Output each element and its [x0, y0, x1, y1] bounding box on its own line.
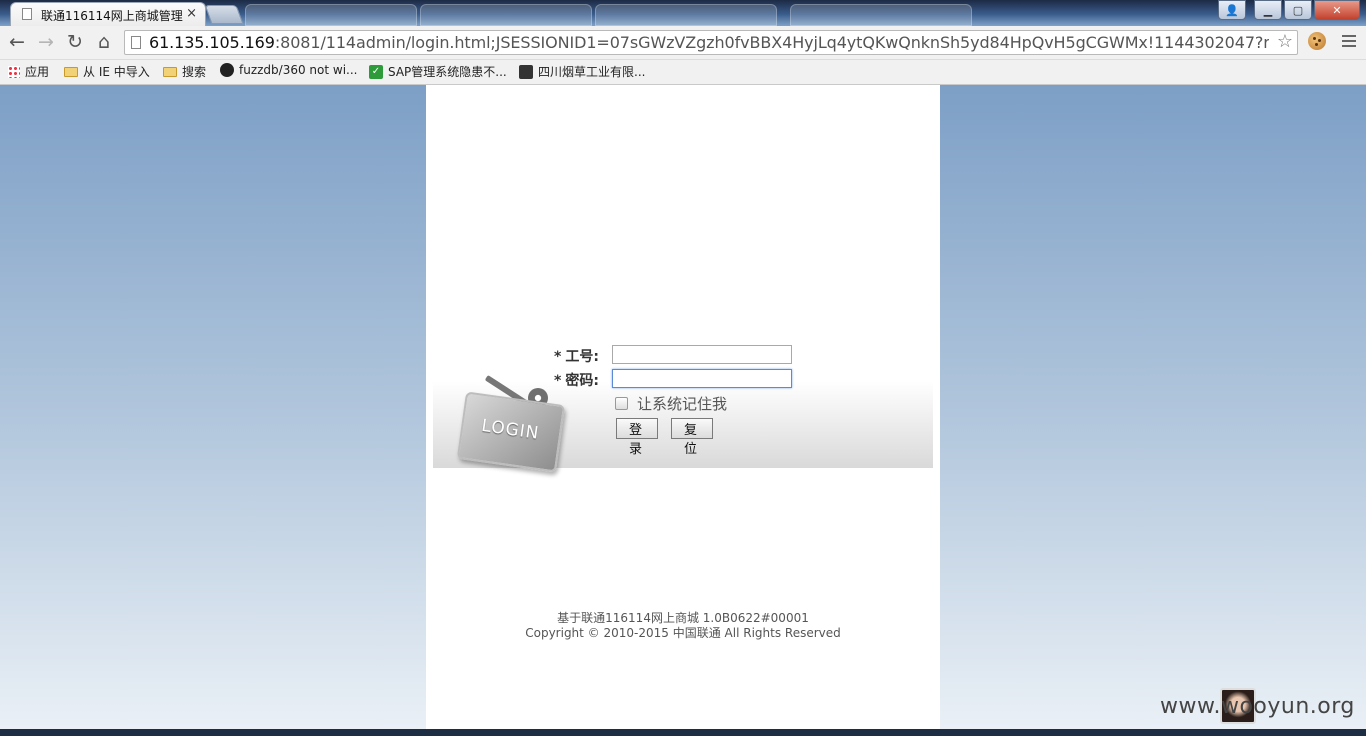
reload-button[interactable]: ↻: [64, 31, 86, 53]
folder-icon: [163, 66, 177, 77]
cookie-extension-icon[interactable]: [1308, 32, 1326, 50]
login-button[interactable]: 登 录: [616, 418, 658, 457]
bookmark-sap[interactable]: ✓ SAP管理系统隐患不...: [369, 63, 507, 80]
remember-me-label: 让系统记住我: [637, 395, 728, 413]
watermark: www.wooyun.org: [1160, 694, 1355, 719]
folder-icon: [64, 66, 78, 77]
employee-id-input[interactable]: [612, 345, 792, 364]
browser-toolbar: ← → ↻ ⌂ 61.135.105.169:8081/114admin/log…: [0, 26, 1366, 60]
reset-button[interactable]: 复 位: [671, 418, 713, 457]
new-tab-button[interactable]: [204, 5, 244, 24]
github-icon: [220, 63, 234, 77]
password-input[interactable]: [612, 369, 792, 388]
password-label: * 密码:: [554, 373, 599, 389]
employee-id-label: * 工号:: [554, 349, 599, 365]
menu-icon[interactable]: [1342, 35, 1356, 50]
address-bar[interactable]: 61.135.105.169:8081/114admin/login.html;…: [124, 30, 1298, 55]
browser-tabstrip: 联通116114网上商城管理 × 👤 ▁ ▢ ✕: [0, 0, 1366, 26]
bookmarks-bar: 应用 从 IE 中导入 搜索 fuzzdb/360 not wi... ✓ SA…: [0, 60, 1366, 85]
page-icon: [131, 36, 141, 49]
bookmark-label: 四川烟草工业有限...: [538, 65, 646, 79]
page-icon: [22, 8, 32, 20]
bookmark-folder-import-ie[interactable]: 从 IE 中导入: [64, 63, 150, 80]
close-window-button[interactable]: ✕: [1314, 0, 1360, 20]
page-background: LOGIN * 工号: * 密码: 让系统记住我 登 录 复 位 基于联通11611…: [0, 85, 1366, 730]
footer-copyright: Copyright © 2010-2015 中国联通 All Rights Re…: [525, 626, 841, 640]
url-text[interactable]: 61.135.105.169:8081/114admin/login.html;…: [149, 33, 1269, 52]
bookmark-label: SAP管理系统隐患不...: [388, 65, 507, 79]
url-path: :8081/114admin/login.html;JSESSIONID1=07…: [274, 33, 1269, 52]
remember-me-row[interactable]: 让系统记住我: [615, 393, 727, 414]
bookmark-fuzzdb[interactable]: fuzzdb/360 not wi...: [220, 63, 357, 77]
required-mark: *: [554, 373, 562, 389]
tab-close-icon[interactable]: ×: [186, 6, 197, 21]
window-controls: 👤 ▁ ▢ ✕: [1216, 0, 1360, 20]
browser-tab-active[interactable]: 联通116114网上商城管理 ×: [10, 2, 206, 26]
home-button[interactable]: ⌂: [93, 31, 115, 53]
bookmark-apps[interactable]: 应用: [8, 63, 49, 80]
maximize-button[interactable]: ▢: [1284, 0, 1312, 20]
url-host: 61.135.105.169: [149, 33, 275, 52]
site-icon: [519, 64, 533, 79]
sap-icon: ✓: [369, 64, 383, 79]
background-window-tab: [595, 4, 777, 26]
bookmark-label: 从 IE 中导入: [83, 65, 150, 79]
background-window-tab: [420, 4, 592, 26]
bookmark-folder-search[interactable]: 搜索: [163, 63, 206, 80]
bookmark-sichuan-tobacco[interactable]: 四川烟草工业有限...: [519, 63, 645, 80]
login-board-icon: LOGIN: [456, 391, 566, 473]
login-graphic-text: LOGIN: [480, 415, 541, 444]
bookmark-label: 搜索: [182, 65, 207, 79]
remember-me-checkbox[interactable]: [615, 397, 628, 410]
bookmark-label: 应用: [25, 65, 50, 79]
bookmark-star-icon[interactable]: ☆: [1277, 31, 1293, 52]
login-panel: LOGIN * 工号: * 密码: 让系统记住我 登 录 复 位 基于联通11611…: [426, 85, 940, 730]
bookmark-label: fuzzdb/360 not wi...: [239, 63, 358, 77]
os-taskbar: [0, 729, 1366, 736]
login-key-graphic: LOGIN: [456, 360, 568, 473]
forward-button[interactable]: →: [35, 31, 57, 53]
background-window-tab: [790, 4, 972, 26]
minimize-button[interactable]: ▁: [1254, 0, 1282, 20]
required-mark: *: [554, 349, 562, 365]
tab-title: 联通116114网上商城管理: [41, 9, 183, 23]
back-button[interactable]: ←: [6, 31, 28, 53]
apps-icon: [8, 65, 20, 78]
background-window-tab: [245, 4, 417, 26]
user-icon[interactable]: 👤: [1218, 0, 1246, 20]
